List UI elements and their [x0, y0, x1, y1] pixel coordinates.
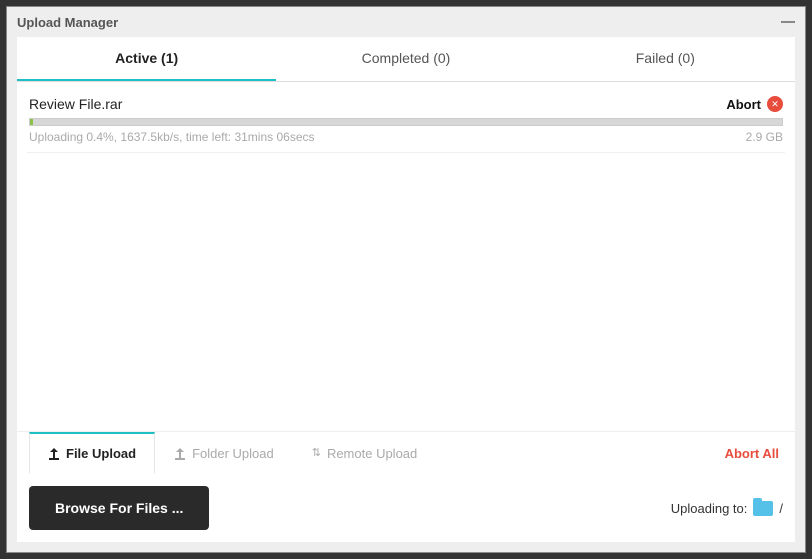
titlebar: Upload Manager — [7, 7, 805, 37]
upload-status-text: Uploading 0.4%, 1637.5kb/s, time left: 3… — [29, 130, 746, 144]
sync-icon: ⇅ — [312, 448, 321, 459]
minimize-icon[interactable] — [781, 21, 795, 23]
upload-icon — [174, 448, 186, 460]
progress-bar — [29, 118, 783, 126]
tab-file-upload-label: File Upload — [66, 446, 136, 461]
top-tabs: Active (1) Completed (0) Failed (0) — [17, 37, 795, 82]
tab-failed[interactable]: Failed (0) — [536, 37, 795, 81]
content-area: Active (1) Completed (0) Failed (0) Revi… — [17, 37, 795, 542]
tab-file-upload[interactable]: File Upload — [29, 432, 155, 474]
upload-manager-window: Upload Manager Active (1) Completed (0) … — [6, 6, 806, 553]
tab-completed[interactable]: Completed (0) — [276, 37, 535, 81]
upload-size-text: 2.9 GB — [746, 130, 783, 144]
browse-files-button[interactable]: Browse For Files ... — [29, 486, 209, 530]
uploading-to-path: / — [779, 501, 783, 516]
upload-list: Review File.rar Abort Uploading 0.4%, 16… — [17, 82, 795, 431]
window-title: Upload Manager — [17, 15, 118, 30]
bottom-panel: File Upload Folder Upload ⇅ Remote Uploa… — [17, 431, 795, 542]
tab-folder-upload-label: Folder Upload — [192, 446, 274, 461]
upload-filename: Review File.rar — [29, 96, 726, 112]
uploading-to: Uploading to: / — [671, 501, 783, 516]
tab-folder-upload[interactable]: Folder Upload — [155, 432, 293, 474]
tab-remote-upload[interactable]: ⇅ Remote Upload — [293, 432, 437, 474]
abort-all-button[interactable]: Abort All — [725, 446, 783, 461]
uploading-to-label: Uploading to: — [671, 501, 748, 516]
tab-active[interactable]: Active (1) — [17, 37, 276, 81]
close-icon[interactable] — [767, 96, 783, 112]
upload-item: Review File.rar Abort Uploading 0.4%, 16… — [27, 92, 785, 153]
abort-button[interactable]: Abort — [726, 97, 761, 112]
bottom-tabs: File Upload Folder Upload ⇅ Remote Uploa… — [29, 432, 436, 474]
folder-icon[interactable] — [753, 501, 773, 516]
progress-fill — [30, 119, 33, 125]
tab-remote-upload-label: Remote Upload — [327, 446, 417, 461]
upload-icon — [48, 448, 60, 460]
